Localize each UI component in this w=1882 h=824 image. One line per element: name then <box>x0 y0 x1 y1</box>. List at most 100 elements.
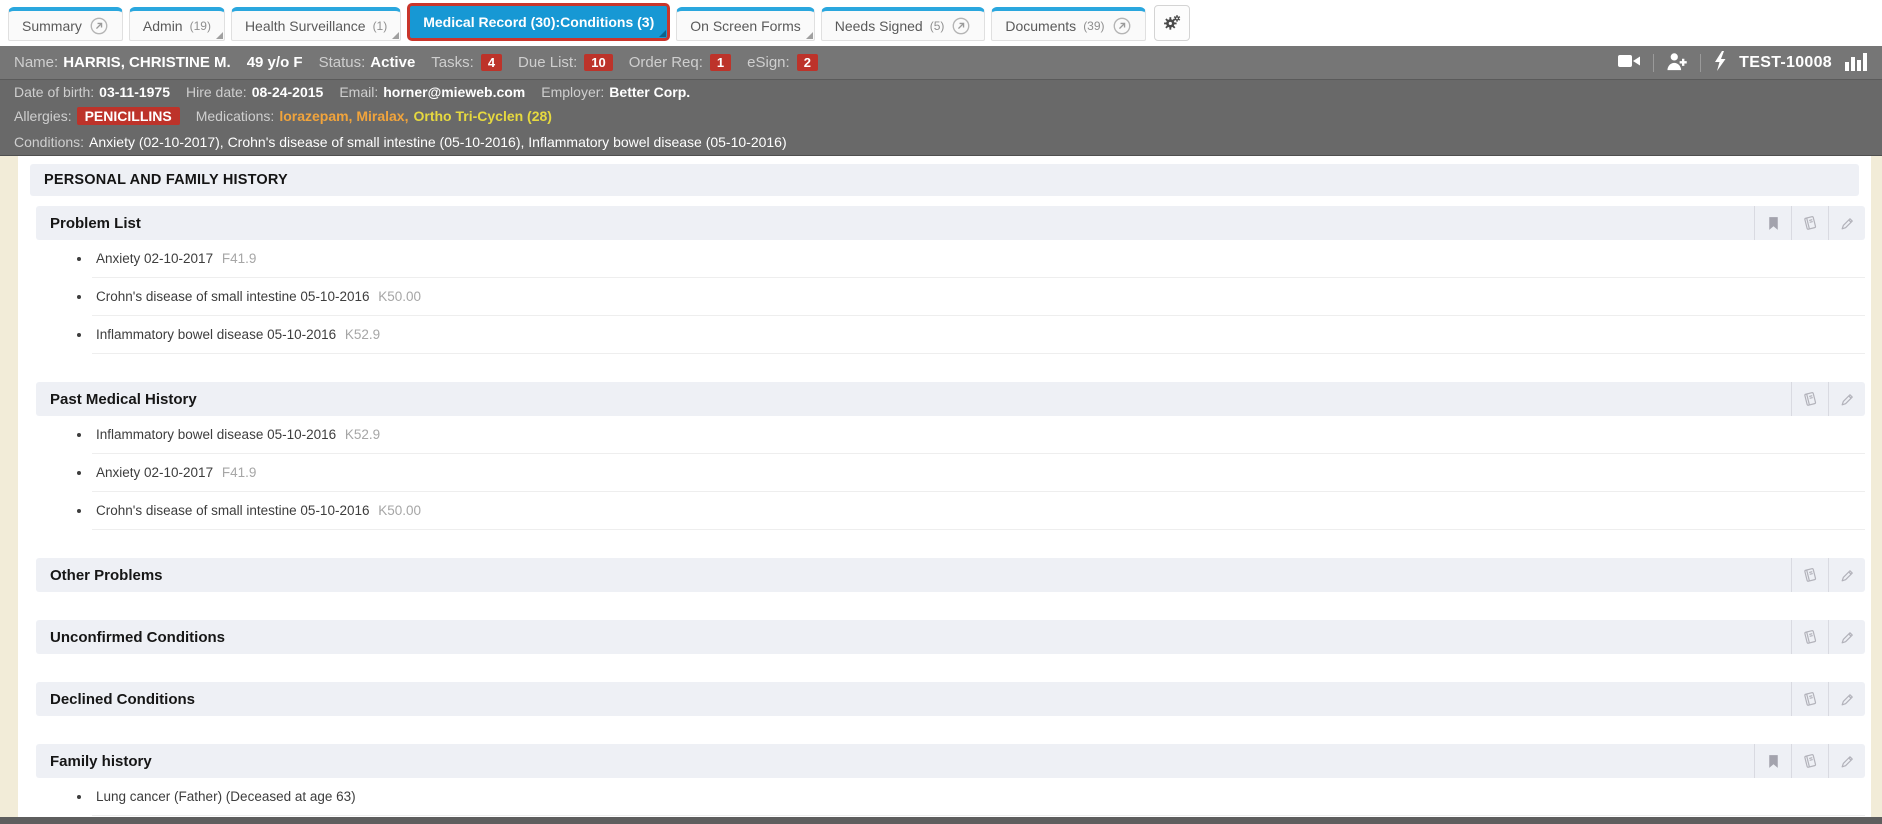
open-in-new-icon[interactable] <box>951 16 971 36</box>
book-icon[interactable] <box>1791 620 1828 654</box>
medication-link-refill[interactable]: Ortho Tri-Cyclen (28) <box>413 108 551 124</box>
list-item: Anxiety 02-10-2017 F41.9 <box>92 454 1865 492</box>
book-icon[interactable] <box>1791 558 1828 592</box>
tab-needs-signed[interactable]: Needs Signed (5) <box>820 7 986 41</box>
condition-text: Crohn's disease of small intestine 05-10… <box>96 503 370 518</box>
section-actions <box>1754 206 1865 240</box>
section-title: Other Problems <box>50 566 163 584</box>
status-label: Status: <box>318 54 366 71</box>
patient-hire-date: 08-24-2015 <box>251 84 324 100</box>
tab-bar: Summary Admin (19) Health Surveillance (… <box>0 0 1882 46</box>
bookmark-icon[interactable] <box>1754 206 1791 240</box>
condition-text: Lung cancer (Father) (Deceased at age 63… <box>96 789 356 804</box>
section-header: Family history <box>36 744 1865 778</box>
bookmark-icon[interactable] <box>1754 744 1791 778</box>
book-icon[interactable] <box>1791 744 1828 778</box>
footer-bar <box>0 817 1882 824</box>
tab-settings-button[interactable] <box>1153 5 1190 41</box>
patient-allergies-bar: Allergies: PENICILLINS Medications: lora… <box>0 104 1882 128</box>
section-actions <box>1791 682 1865 716</box>
patient-demographics-bar: Date of birth: 03-11-1975 Hire date: 08-… <box>0 80 1882 104</box>
tab-count: (39) <box>1083 18 1105 33</box>
section-header: Declined Conditions <box>36 682 1865 716</box>
pencil-icon[interactable] <box>1828 620 1865 654</box>
order-req-count-badge[interactable]: 1 <box>709 54 732 71</box>
video-camera-icon[interactable] <box>1617 52 1641 74</box>
condition-list: Inflammatory bowel disease 05-10-2016 K5… <box>36 416 1865 530</box>
patient-conditions-bar: Conditions: Anxiety (02-10-2017), Crohn'… <box>0 128 1882 156</box>
tab-admin[interactable]: Admin (19) <box>128 7 225 41</box>
condition-text: Crohn's disease of small intestine 05-10… <box>96 289 370 304</box>
section-actions <box>1754 744 1865 778</box>
tab-label: On Screen Forms <box>690 17 801 34</box>
section-actions <box>1791 558 1865 592</box>
section-unconfirmed-conditions: Unconfirmed Conditions <box>36 620 1865 654</box>
section-declined-conditions: Declined Conditions <box>36 682 1865 716</box>
name-label: Name: <box>14 54 59 71</box>
section-problem-list: Problem List A <box>36 206 1865 354</box>
tab-label: Documents <box>1005 17 1077 34</box>
section-actions <box>1791 620 1865 654</box>
medications-links[interactable]: lorazepam, Miralax, <box>279 108 408 124</box>
book-icon[interactable] <box>1791 382 1828 416</box>
patient-status: Active <box>370 54 416 71</box>
tab-label: Summary <box>22 17 82 34</box>
divider <box>1700 53 1702 72</box>
medications-label: Medications: <box>195 108 275 124</box>
allergy-badge[interactable]: PENICILLINS <box>76 107 180 125</box>
tab-health-surveillance[interactable]: Health Surveillance (1) <box>230 7 402 41</box>
tab-count: (1) <box>372 18 388 33</box>
section-header: Unconfirmed Conditions <box>36 620 1865 654</box>
tab-label: Health Surveillance <box>244 17 366 34</box>
pencil-icon[interactable] <box>1828 558 1865 592</box>
book-icon[interactable] <box>1791 682 1828 716</box>
main-content: PERSONAL AND FAMILY HISTORY Problem List <box>0 156 1882 817</box>
esign-count-badge[interactable]: 2 <box>796 54 818 71</box>
tab-count: (5) <box>929 18 945 33</box>
section-title: Unconfirmed Conditions <box>50 628 225 646</box>
dropdown-corner-icon <box>659 30 667 37</box>
pencil-icon[interactable] <box>1828 382 1865 416</box>
list-item: Anxiety 02-10-2017 F41.9 <box>92 240 1865 278</box>
patient-header-actions: TEST-10008 <box>1617 50 1868 75</box>
lightning-icon[interactable] <box>1713 50 1727 75</box>
list-item: Lung cancer (Father) (Deceased at age 63… <box>92 778 1865 816</box>
list-item: Crohn's disease of small intestine 05-10… <box>92 278 1865 316</box>
dob-label: Date of birth: <box>14 84 95 100</box>
list-item: Inflammatory bowel disease 05-10-2016 K5… <box>92 416 1865 454</box>
tab-medical-record-conditions[interactable]: Medical Record (30):Conditions (3) <box>407 3 671 41</box>
tab-label: Medical Record (30):Conditions (3) <box>423 14 655 30</box>
pencil-icon[interactable] <box>1828 744 1865 778</box>
condition-list: Lung cancer (Father) (Deceased at age 63… <box>36 778 1865 816</box>
icd-code: F41.9 <box>221 251 257 266</box>
bar-chart-icon[interactable] <box>1844 51 1868 75</box>
section-family-history: Family history • Lung cancer (Father) (D… <box>36 744 1865 816</box>
due-list-count-badge[interactable]: 10 <box>584 54 613 71</box>
order-req-label: Order Req: <box>628 54 703 71</box>
email-label: Email: <box>339 84 379 100</box>
pencil-icon[interactable] <box>1828 206 1865 240</box>
employer-label: Employer: <box>541 84 605 100</box>
tab-count: (19) <box>189 18 211 33</box>
tasks-label: Tasks: <box>431 54 474 71</box>
page-title: PERSONAL AND FAMILY HISTORY <box>30 164 1859 196</box>
tab-summary[interactable]: Summary <box>8 7 123 41</box>
dropdown-corner-icon <box>215 32 223 39</box>
list-item: Inflammatory bowel disease 05-10-2016 K5… <box>92 316 1865 354</box>
condition-list: Anxiety 02-10-2017 F41.9 Crohn's disease… <box>36 240 1865 354</box>
section-past-medical-history: Past Medical History Inflammatory bowel … <box>36 382 1865 530</box>
tab-documents[interactable]: Documents (39) <box>991 7 1146 41</box>
patient-employer: Better Corp. <box>609 84 691 100</box>
open-in-new-icon[interactable] <box>89 16 109 36</box>
due-list-label: Due List: <box>518 54 578 71</box>
pencil-icon[interactable] <box>1828 682 1865 716</box>
section-other-problems: Other Problems <box>36 558 1865 592</box>
open-in-new-icon[interactable] <box>1112 16 1132 36</box>
add-person-icon[interactable] <box>1666 51 1688 75</box>
patient-summary-bar: Name: HARRIS, CHRISTINE M. 49 y/o F Stat… <box>0 46 1882 80</box>
tasks-count-badge[interactable]: 4 <box>480 54 503 71</box>
patient-name: HARRIS, CHRISTINE M. <box>63 54 231 71</box>
tab-on-screen-forms[interactable]: On Screen Forms <box>676 7 815 41</box>
book-icon[interactable] <box>1791 206 1828 240</box>
tab-label: Needs Signed <box>834 17 923 34</box>
